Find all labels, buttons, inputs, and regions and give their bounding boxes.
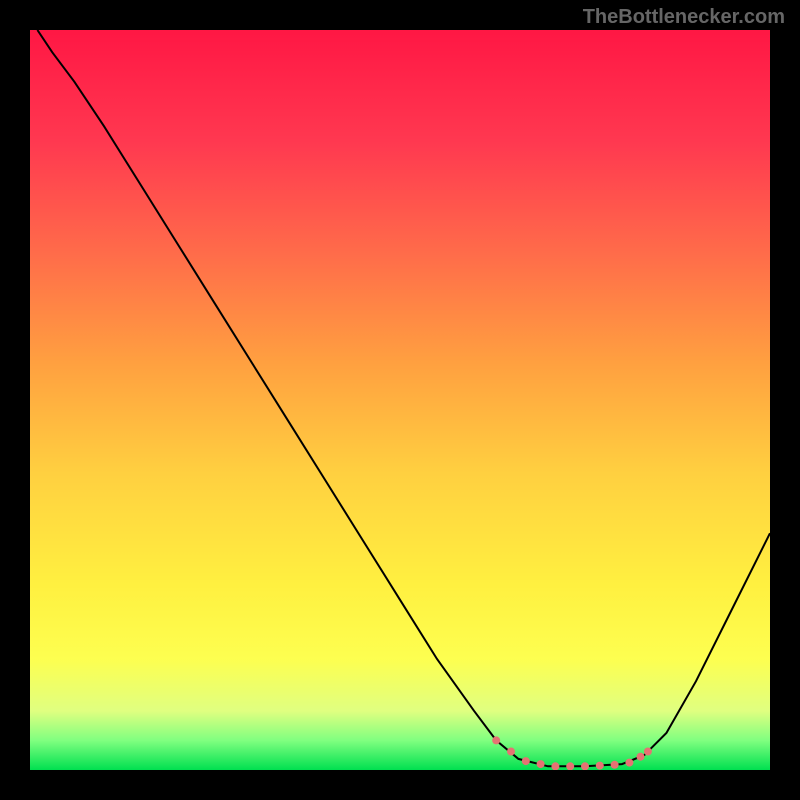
watermark-text: TheBottlenecker.com xyxy=(583,6,785,29)
chart-container xyxy=(30,30,770,770)
gradient-background xyxy=(30,30,770,770)
